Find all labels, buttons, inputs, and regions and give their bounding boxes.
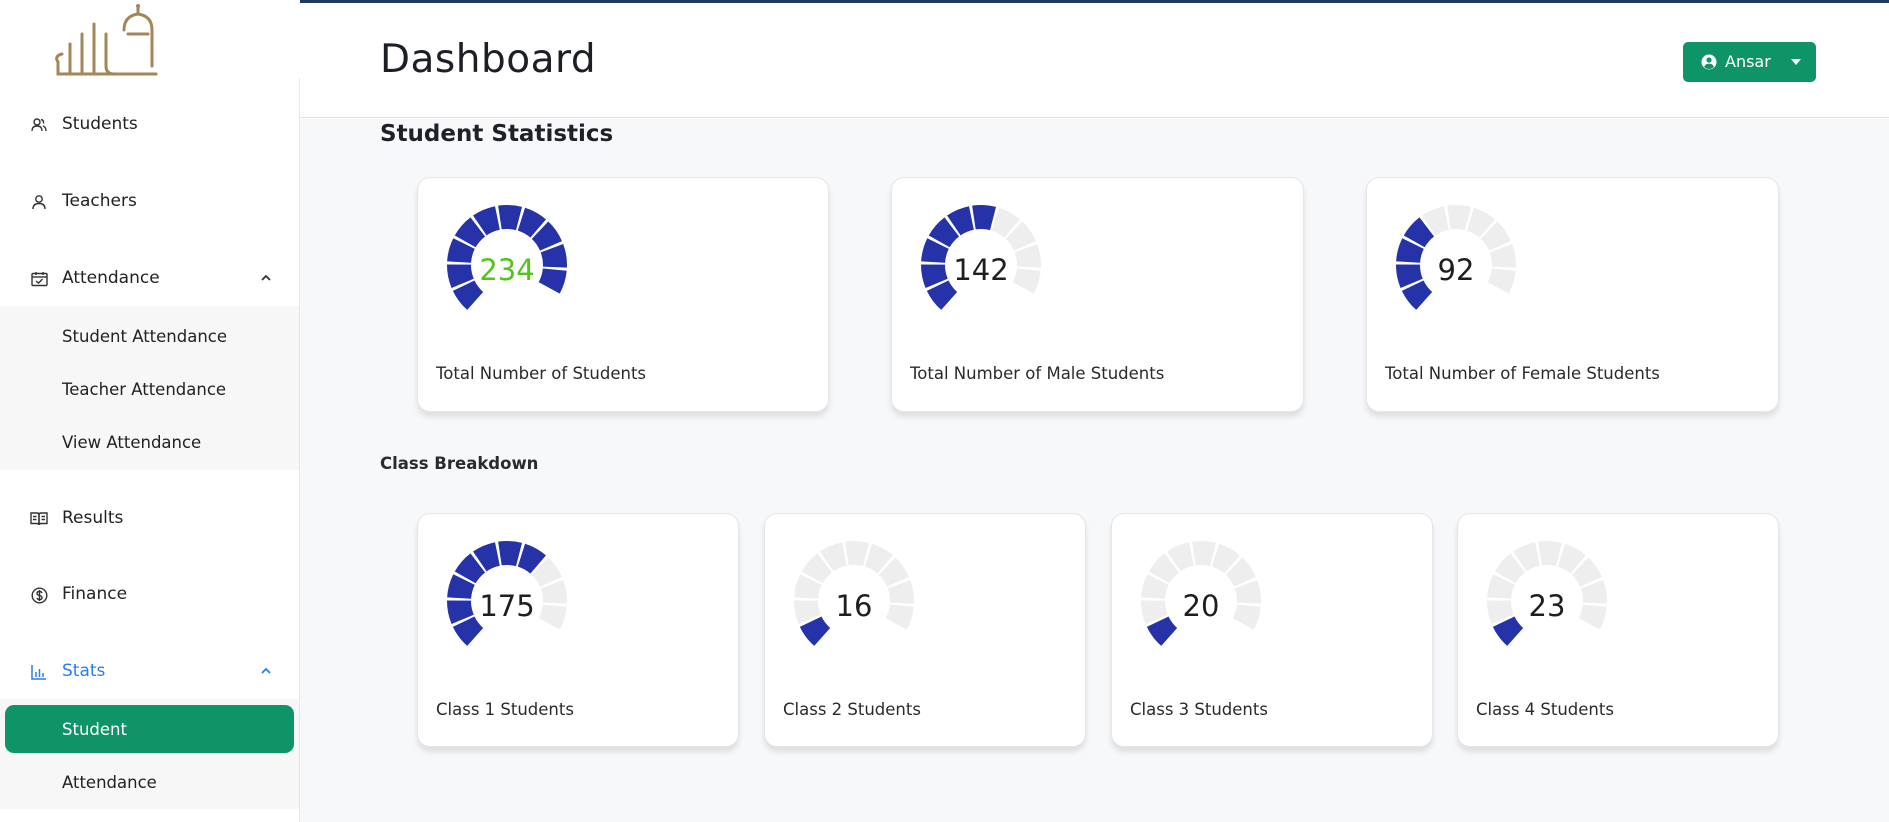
gauge-value: 234 (479, 253, 535, 287)
gauge-segment-filled (972, 205, 997, 231)
gauge-value: 16 (835, 589, 873, 623)
sidebar-item-stats[interactable]: Stats (0, 651, 300, 691)
submenu-item-view-attendance[interactable]: View Attendance (0, 422, 300, 462)
user-menu-button[interactable]: Ansar (1683, 42, 1816, 82)
class-card-1: 175 Class 1 Students (417, 513, 739, 747)
teacher-icon (30, 193, 48, 211)
sidebar: Students Teachers Attendance Student Att… (0, 0, 300, 822)
submenu-item-student-attendance[interactable]: Student Attendance (0, 316, 300, 356)
submenu-item-label: Teacher Attendance (62, 379, 227, 399)
card-label: Total Number of Female Students (1385, 364, 1660, 383)
gauge-segment-filled (498, 541, 523, 567)
chevron-up-icon (258, 270, 274, 286)
class-card-3: 20 Class 3 Students (1111, 513, 1433, 747)
page-title: Dashboard (380, 37, 597, 82)
user-name: Ansar (1725, 52, 1771, 71)
sidebar-item-teachers[interactable]: Teachers (0, 181, 300, 221)
submenu-item-attendance-stats[interactable]: Attendance (0, 762, 300, 802)
gauge-value: 23 (1528, 589, 1566, 623)
sidebar-item-label: Stats (62, 661, 106, 681)
submenu-item-teacher-attendance[interactable]: Teacher Attendance (0, 369, 300, 409)
submenu-item-label: Student (62, 719, 127, 739)
sidebar-item-attendance[interactable]: Attendance (0, 258, 300, 298)
class-card-4: 23 Class 4 Students (1457, 513, 1779, 747)
stat-card-female: 92 Total Number of Female Students (1366, 177, 1779, 412)
sidebar-item-label: Students (62, 114, 138, 134)
stat-card-total: 234 Total Number of Students (417, 177, 829, 412)
gauge-segment-empty (1538, 541, 1563, 567)
gauge-segment-empty (1447, 205, 1472, 231)
stat-card-male: 142 Total Number of Male Students (891, 177, 1304, 412)
card-label: Total Number of Male Students (910, 364, 1165, 383)
card-label: Class 3 Students (1130, 700, 1268, 719)
book-icon (30, 510, 48, 528)
card-label: Total Number of Students (436, 364, 647, 383)
card-label: Class 2 Students (783, 700, 921, 719)
gauge-segment-empty (845, 541, 870, 567)
sidebar-item-label: Teachers (62, 191, 137, 211)
submenu-item-student-stats[interactable]: Student (0, 709, 300, 749)
submenu-item-label: View Attendance (62, 432, 202, 452)
calendar-icon (30, 270, 48, 288)
gauge-value: 142 (953, 253, 1009, 287)
submenu-item-label: Student Attendance (62, 326, 228, 346)
sidebar-item-label: Results (62, 508, 124, 528)
main-content: Student Statistics Class Breakdown 234 T… (300, 119, 1889, 822)
card-label: Class 1 Students (436, 700, 574, 719)
chevron-up-icon (258, 663, 274, 679)
class-card-2: 16 Class 2 Students (764, 513, 1086, 747)
section-subtitle: Class Breakdown (380, 454, 539, 473)
card-label: Class 4 Students (1476, 700, 1614, 719)
caret-down-icon (1791, 59, 1801, 65)
gauge-value: 92 (1437, 253, 1475, 287)
user-circle-icon (1701, 54, 1717, 70)
logo (55, 4, 158, 76)
sidebar-item-label: Attendance (62, 268, 160, 288)
students-icon (30, 116, 48, 134)
gauge-value: 20 (1182, 589, 1220, 623)
sidebar-item-label: Finance (62, 584, 128, 604)
header: Dashboard Ansar (300, 3, 1889, 118)
gauge-segment-empty (1192, 541, 1217, 567)
gauge-value: 175 (479, 589, 535, 623)
sidebar-item-finance[interactable]: Finance (0, 574, 300, 614)
dollar-icon (30, 586, 48, 604)
gauge-segment-filled (498, 205, 523, 231)
section-title: Student Statistics (380, 121, 614, 147)
sidebar-item-students[interactable]: Students (0, 104, 300, 144)
chart-icon (30, 663, 48, 681)
submenu-item-label: Attendance (62, 772, 157, 792)
sidebar-item-results[interactable]: Results (0, 498, 300, 538)
